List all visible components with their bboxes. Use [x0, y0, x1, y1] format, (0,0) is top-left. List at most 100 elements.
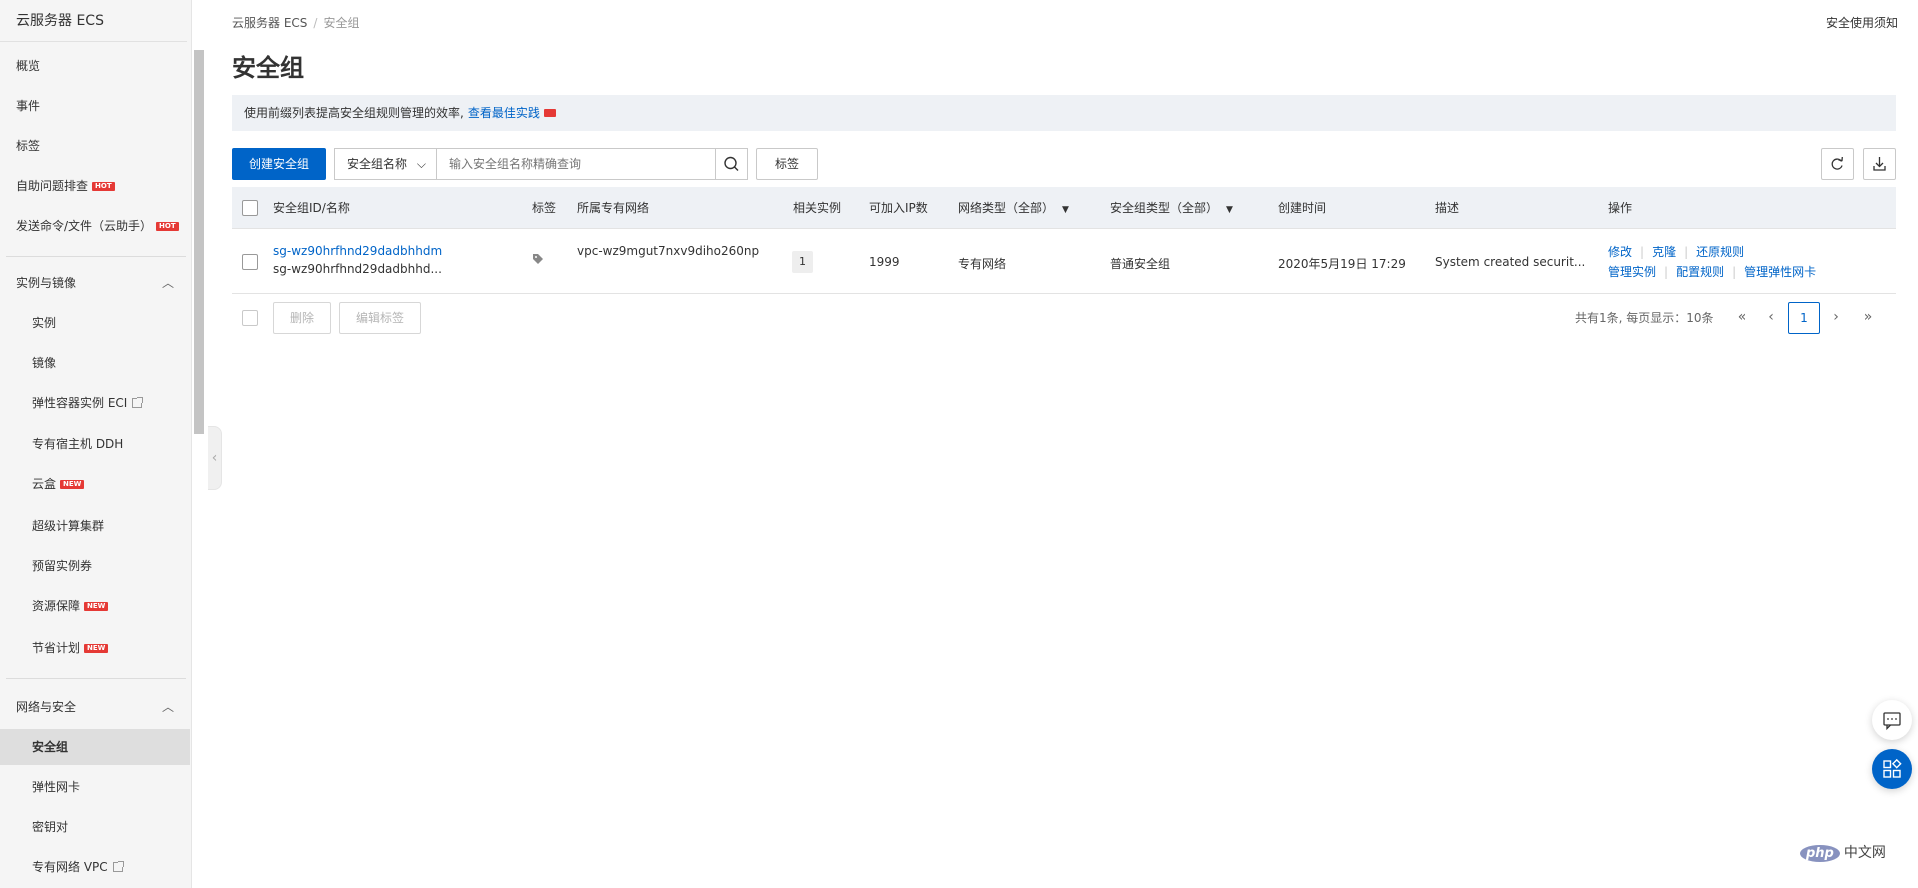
- description: System created securit...: [1435, 255, 1586, 269]
- security-notice-link[interactable]: 安全使用须知: [1826, 14, 1898, 31]
- search-input[interactable]: [436, 148, 716, 180]
- delete-button[interactable]: 删除: [273, 302, 331, 334]
- row-checkbox[interactable]: [242, 254, 258, 270]
- chevron-up-icon: ︿: [161, 700, 174, 714]
- create-security-group-button[interactable]: 创建安全组: [232, 148, 326, 180]
- row-actions-line2: 管理实例 | 配置规则 | 管理弹性网卡: [1608, 263, 1816, 280]
- sidebar-item-resource-guarantee[interactable]: 资源保障 NEW: [0, 588, 190, 624]
- new-badge: NEW: [84, 602, 109, 611]
- vpc-id: vpc-wz9mgut7nxv9diho260np: [577, 244, 760, 258]
- separator: |: [1664, 265, 1669, 279]
- sidebar-item-events[interactable]: 事件: [0, 88, 190, 124]
- sidebar: 云服务器 ECS 概览 事件 标签 自助问题排查 HOT 发送命令/文件（云助手）…: [0, 0, 192, 888]
- configure-rules-link[interactable]: 配置规则: [1676, 265, 1724, 279]
- sidebar-item-cloud-assistant[interactable]: 发送命令/文件（云助手） HOT: [0, 208, 190, 244]
- tag-icon[interactable]: [532, 253, 544, 268]
- table-header: 安全组ID/名称 标签 所属专有网络 相关实例 可加入IP数 网络类型（全部） ▼…: [232, 187, 1896, 229]
- sidebar-item-label: 预留实例券: [32, 559, 93, 573]
- modify-link[interactable]: 修改: [1608, 245, 1632, 259]
- sidebar-item-vpc[interactable]: 专有网络 VPC: [0, 849, 190, 885]
- sidebar-collapse-handle[interactable]: ‹: [208, 426, 222, 490]
- sidebar-item-security-group[interactable]: 安全组: [0, 729, 190, 765]
- breadcrumb-root[interactable]: 云服务器 ECS: [232, 16, 307, 30]
- network-type: 专有网络: [958, 257, 1007, 271]
- sidebar-item-label: 资源保障: [32, 599, 81, 613]
- tag-filter-button[interactable]: 标签: [756, 148, 818, 180]
- col-sg-type[interactable]: 安全组类型（全部） ▼: [1110, 187, 1233, 229]
- sidebar-section-label: 实例与镜像: [16, 276, 77, 290]
- separator: |: [1732, 265, 1737, 279]
- sidebar-item-hpc-cluster[interactable]: 超级计算集群: [0, 508, 190, 544]
- current-page-button[interactable]: 1: [1788, 302, 1820, 334]
- sidebar-item-troubleshoot[interactable]: 自助问题排查 HOT: [0, 168, 190, 204]
- sg-type: 普通安全组: [1110, 257, 1171, 271]
- col-tag: 标签: [532, 201, 557, 215]
- sidebar-divider: [6, 678, 186, 679]
- search-button[interactable]: [715, 148, 748, 180]
- sidebar-item-keypair[interactable]: 密钥对: [0, 809, 190, 845]
- sidebar-item-ddh[interactable]: 专有宿主机 DDH: [0, 426, 190, 462]
- edit-tags-button[interactable]: 编辑标签: [339, 302, 421, 334]
- apps-icon: [1883, 758, 1902, 778]
- select-all-checkbox[interactable]: [242, 200, 258, 216]
- col-id-name: 安全组ID/名称: [273, 201, 350, 215]
- caret-down-icon: ▼: [1062, 205, 1069, 215]
- instance-count-badge[interactable]: 1: [792, 251, 813, 273]
- sidebar-item-label: 概览: [16, 59, 41, 73]
- sidebar-divider: [6, 256, 186, 257]
- sidebar-item-reserved-instances[interactable]: 预留实例券: [0, 548, 190, 584]
- manage-instances-link[interactable]: 管理实例: [1608, 265, 1656, 279]
- sidebar-item-savings-plan[interactable]: 节省计划 NEW: [0, 630, 190, 666]
- search-icon: [724, 156, 739, 171]
- sidebar-item-label: 弹性容器实例 ECI: [32, 396, 128, 410]
- new-badge: NEW: [84, 644, 109, 653]
- feedback-float-button[interactable]: [1872, 700, 1912, 740]
- sidebar-item-eni[interactable]: 弹性网卡: [0, 769, 190, 805]
- col-network-type[interactable]: 网络类型（全部） ▼: [958, 187, 1069, 229]
- first-page-icon[interactable]: «: [1732, 302, 1752, 334]
- sidebar-item-label: 专有网络 VPC: [32, 860, 108, 874]
- next-page-icon[interactable]: ›: [1826, 302, 1846, 334]
- select-value: 安全组名称: [347, 157, 408, 171]
- pagination-info: 共有1条, 每页显示：10条: [1575, 311, 1714, 325]
- search-field-select[interactable]: 安全组名称 ⌵: [334, 148, 437, 180]
- prev-page-icon[interactable]: ‹: [1761, 302, 1781, 334]
- breadcrumb-current: 安全组: [323, 16, 360, 30]
- sidebar-item-label: 标签: [16, 139, 41, 153]
- export-button[interactable]: [1863, 148, 1896, 180]
- col-network-type-label: 网络类型（全部）: [958, 201, 1055, 215]
- sidebar-section-label: 网络与安全: [16, 700, 77, 714]
- security-group-name: sg-wz90hrfhnd29dadbhhd...: [273, 262, 442, 276]
- hot-badge: HOT: [92, 182, 115, 191]
- refresh-icon: [1831, 156, 1843, 170]
- download-icon: [1873, 157, 1886, 171]
- col-ops: 操作: [1608, 201, 1633, 215]
- sidebar-scrollbar[interactable]: [194, 50, 204, 434]
- sidebar-item-cloud-box[interactable]: 云盒 NEW: [0, 466, 190, 502]
- col-sg-type-label: 安全组类型（全部）: [1110, 201, 1219, 215]
- clone-link[interactable]: 克隆: [1652, 245, 1676, 259]
- sidebar-item-overview[interactable]: 概览: [0, 48, 190, 84]
- sidebar-item-label: 密钥对: [32, 820, 69, 834]
- best-practice-link[interactable]: 查看最佳实践: [468, 106, 540, 120]
- breadcrumb: 云服务器 ECS / 安全组: [232, 14, 359, 31]
- sidebar-item-images[interactable]: 镜像: [0, 345, 190, 381]
- watermark-text: 中文网: [1843, 845, 1886, 861]
- sidebar-section-instances[interactable]: 实例与镜像 ︿: [0, 265, 190, 301]
- sidebar-item-label: 云盒: [32, 477, 57, 491]
- footer-select-all-checkbox[interactable]: [242, 310, 258, 326]
- manage-eni-link[interactable]: 管理弹性网卡: [1744, 265, 1816, 279]
- refresh-button[interactable]: [1821, 148, 1854, 180]
- sidebar-item-instances[interactable]: 实例: [0, 305, 190, 341]
- col-vpc: 所属专有网络: [577, 201, 650, 215]
- chat-icon: [1883, 712, 1901, 731]
- sidebar-item-eci[interactable]: 弹性容器实例 ECI: [0, 385, 190, 421]
- restore-rules-link[interactable]: 还原规则: [1696, 245, 1744, 259]
- apps-float-button[interactable]: [1872, 749, 1912, 789]
- chevron-up-icon: ︿: [161, 276, 174, 290]
- ip-count: 1999: [869, 255, 900, 269]
- last-page-icon[interactable]: »: [1858, 302, 1878, 334]
- sidebar-item-tags[interactable]: 标签: [0, 128, 190, 164]
- security-group-id-link[interactable]: sg-wz90hrfhnd29dadbhhdm: [273, 244, 442, 258]
- sidebar-section-network[interactable]: 网络与安全 ︿: [0, 689, 190, 725]
